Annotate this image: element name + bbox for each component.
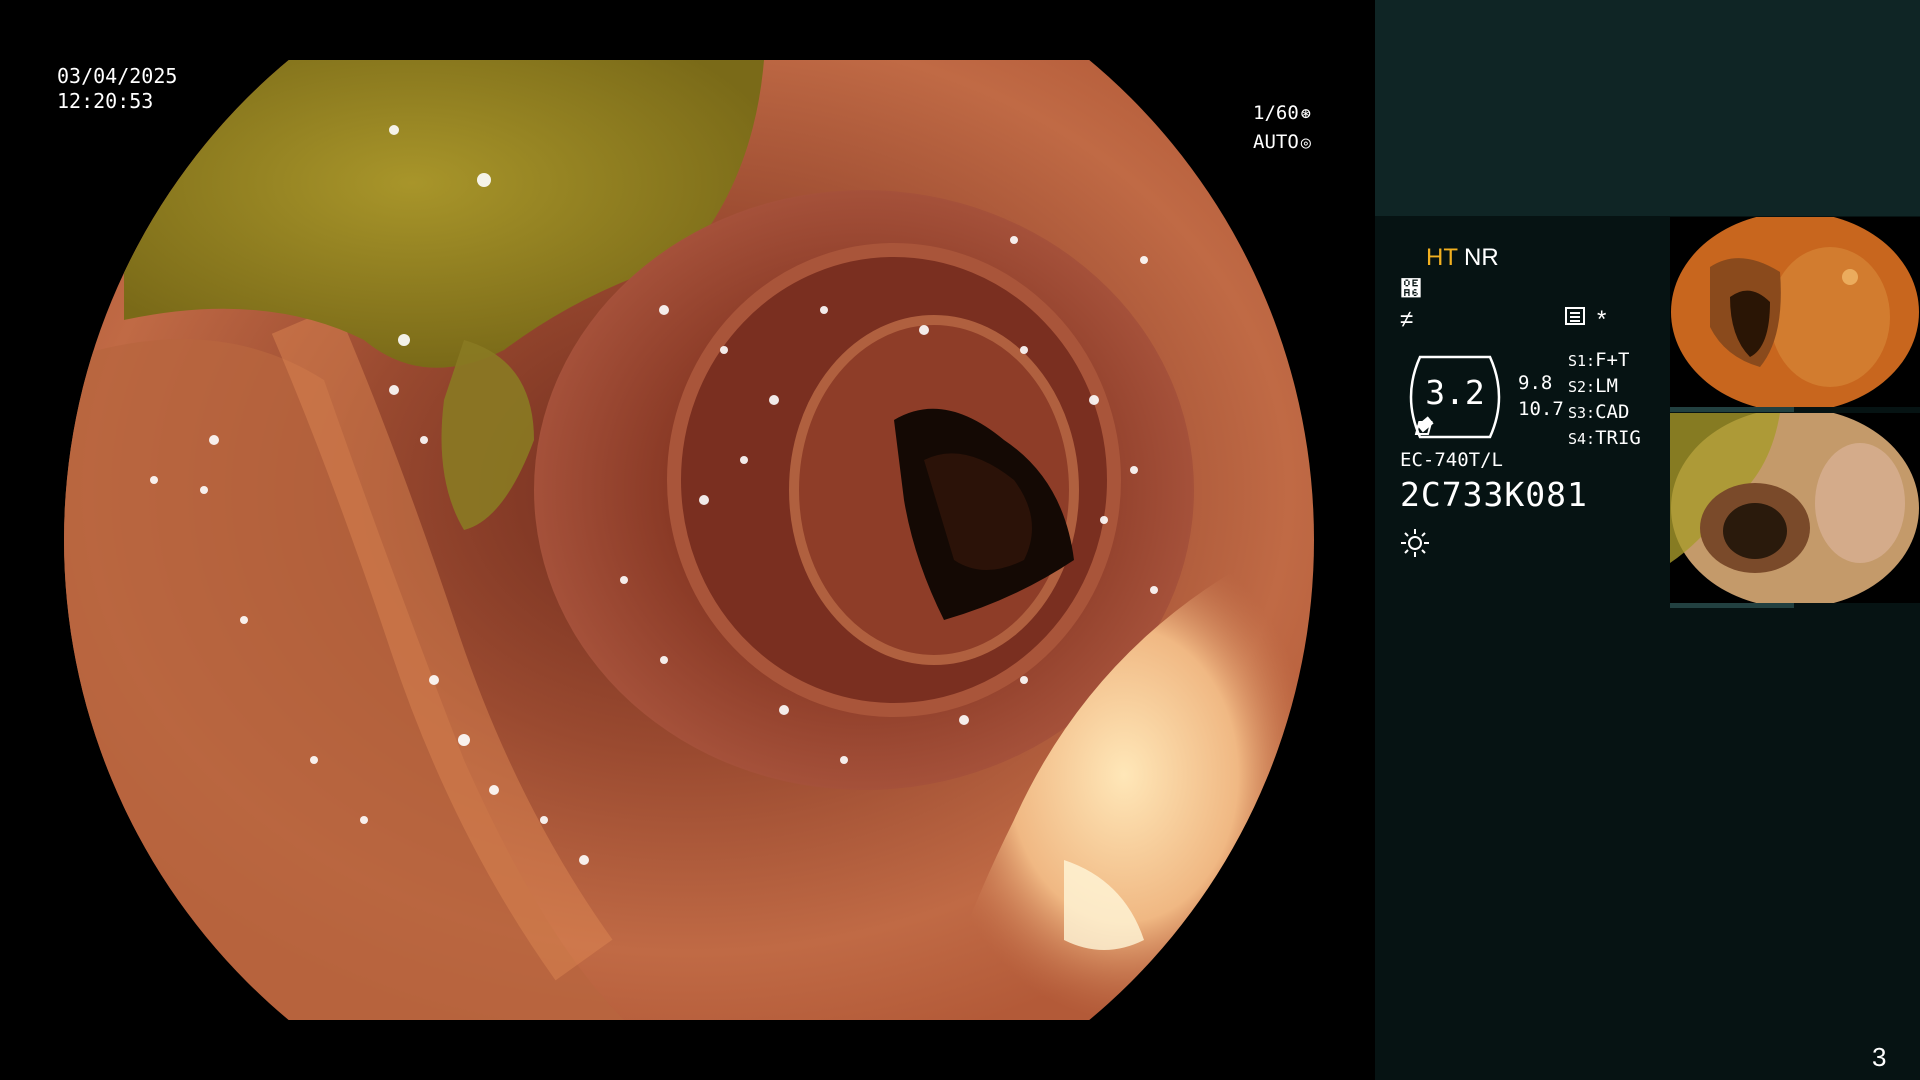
zoom-value: 3.2 [1425, 373, 1485, 412]
preset-row: S1:F+T [1568, 349, 1630, 371]
star-icon: * [1597, 306, 1607, 333]
thumbnail-divider [1670, 407, 1794, 412]
date-text: 03/04/2025 [57, 64, 178, 88]
target-icon: ◎ [1300, 133, 1312, 153]
switch-presets: S1:F+T S2:LM S3:CAD S4:TRIG [1568, 348, 1641, 452]
sun-icon [1401, 529, 1429, 557]
scope-values: 9.8 10.7 [1518, 370, 1564, 422]
value-bottom: 10.7 [1518, 398, 1564, 420]
capture-thumbnail[interactable] [1670, 413, 1920, 603]
capture-thumbnail[interactable] [1670, 217, 1920, 407]
mode-ht-text: HT [1426, 244, 1458, 271]
enhancement-icon: ຦ [1400, 276, 1422, 301]
shutter-text: 1/60 [1253, 102, 1299, 124]
list-icon [1565, 307, 1585, 325]
aperture-icon: ⊛ [1300, 104, 1312, 124]
preset-row: S4:TRIG [1568, 427, 1641, 449]
preset-row: S3:CAD [1568, 401, 1630, 423]
scope-serial: 2C733K081 [1400, 475, 1588, 514]
page-number: 3 [1872, 1042, 1887, 1072]
mode-indicator: HT NR [1426, 244, 1499, 272]
info-panel-header [1375, 0, 1920, 216]
exposure-text: AUTO [1253, 131, 1299, 153]
filter-icon: ≠ [1400, 306, 1414, 333]
thumbnail-image [1670, 413, 1920, 603]
thumbnail-image [1670, 217, 1920, 407]
thumbnail-divider [1670, 603, 1794, 608]
endoscope-view [64, 60, 1314, 1020]
scope-model: EC-740T/L [1400, 449, 1503, 471]
mode-nr-text: NR [1464, 244, 1499, 271]
datetime-readout: 03/04/2025 12:20:53 [57, 64, 177, 114]
preset-row: S2:LM [1568, 375, 1618, 397]
shutter-readout: 1/60 ⊛ AUTO ◎ [1253, 99, 1311, 157]
time-text: 12:20:53 [57, 89, 154, 113]
value-top: 9.8 [1518, 372, 1553, 394]
endoscope-image [64, 60, 1314, 1020]
